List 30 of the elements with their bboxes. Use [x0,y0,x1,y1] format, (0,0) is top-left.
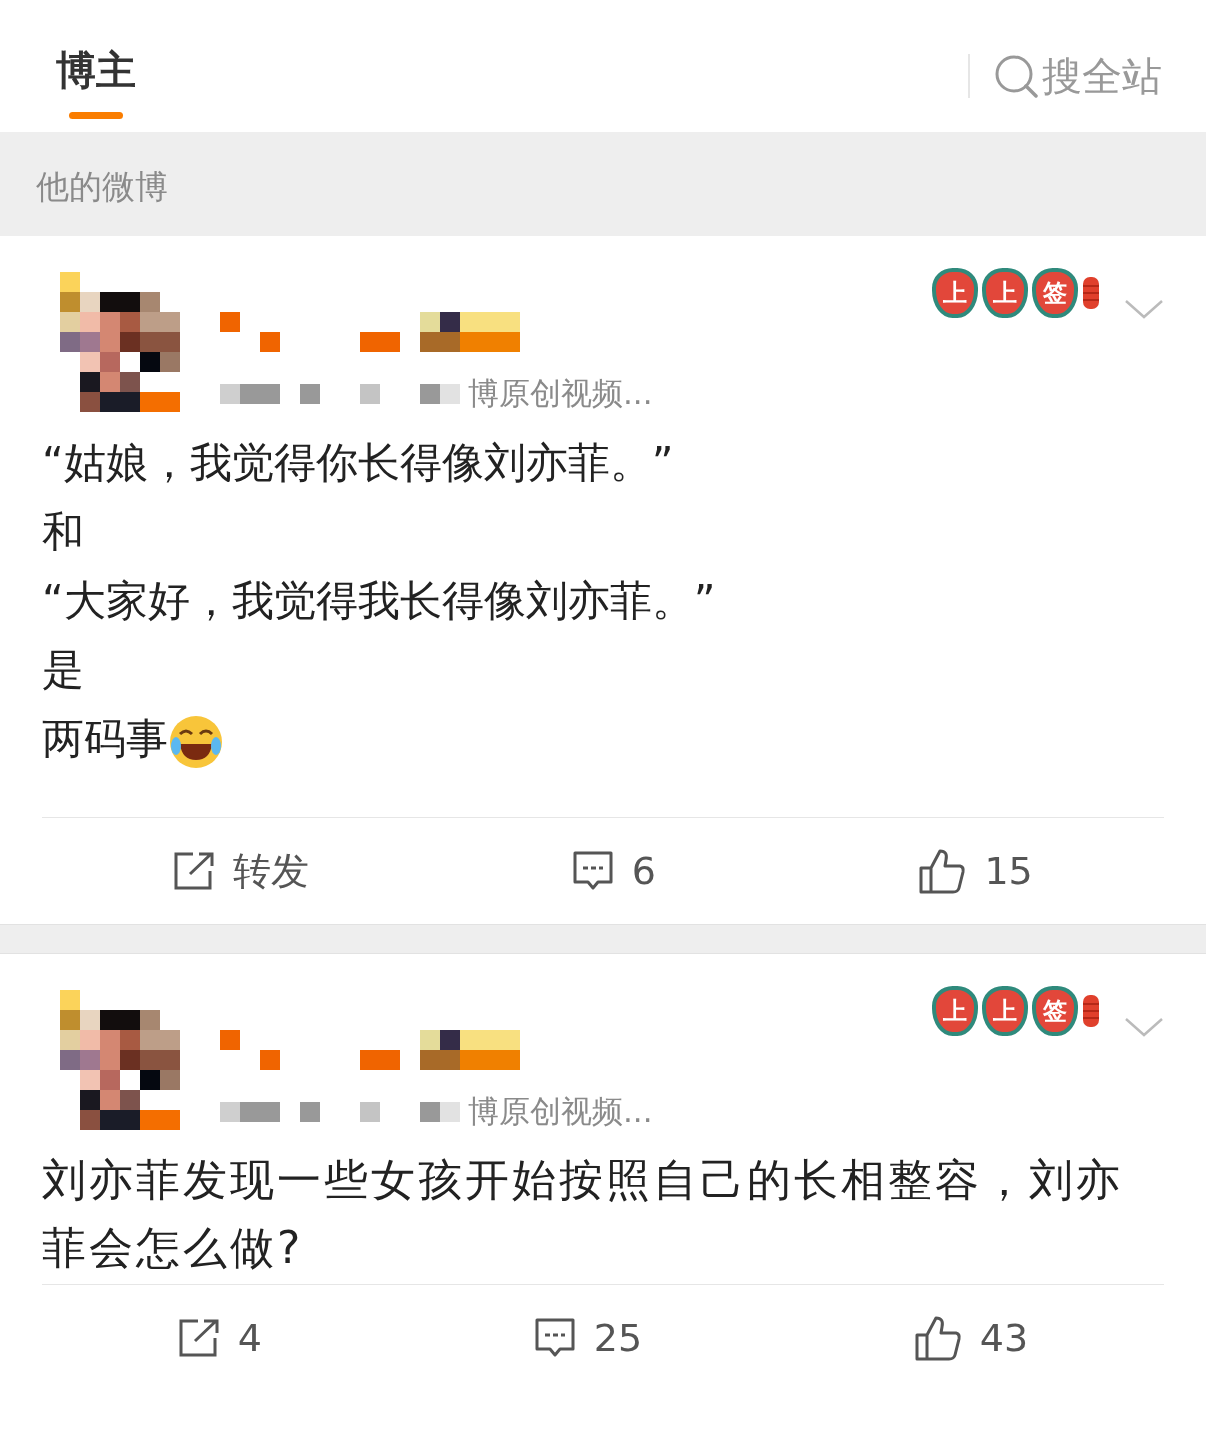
share-icon [177,1318,220,1358]
post-text: 两码事 [42,713,168,765]
like-button[interactable]: 43 [907,1308,1035,1368]
repost-button[interactable]: 4 [171,1308,269,1368]
search-icon [994,54,1038,98]
comment-icon [571,850,614,892]
badge-tile: 签 [1032,268,1078,319]
comment-button[interactable]: 25 [527,1308,649,1368]
thumbs-up-icon [918,848,967,894]
badge-tile: 上 [982,986,1028,1037]
post-source: 博原创视频... [468,374,653,413]
post-text: 刘亦菲发现一些女孩开始按照自己的长相整容，刘亦菲会怎么做? [42,1153,1124,1275]
post-source: 博原创视频... [468,1092,653,1131]
repost-button[interactable]: 转发 [167,841,316,901]
badge-tile: 上 [932,268,978,319]
laughing-emoji-icon [168,713,224,770]
badge-tile: 签 [1032,986,1078,1037]
badge-tile: 上 [932,986,978,1037]
badge-tile: 上 [982,268,1028,319]
like-button[interactable]: 15 [912,841,1039,901]
comment-button[interactable]: 6 [565,841,662,901]
thumbs-up-icon [913,1315,962,1361]
share-icon [173,851,216,891]
section-title: 他的微博 [36,167,168,206]
post-text: “大家好，我觉得我长得像刘亦菲。” [42,575,716,627]
post-text: 和 [42,506,84,558]
post-text: 是 [42,644,84,696]
post-text: “姑娘，我觉得你长得像刘亦菲。” [42,437,674,489]
comment-icon [533,1317,576,1359]
tab[interactable]: 博主 [56,0,136,119]
